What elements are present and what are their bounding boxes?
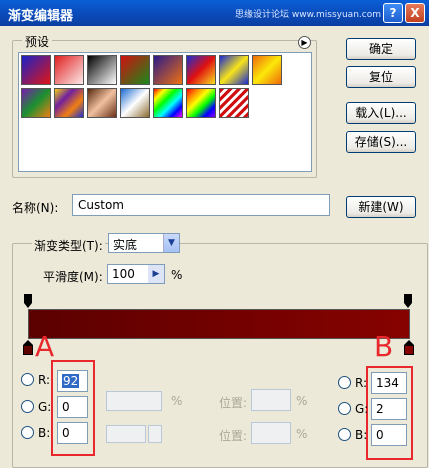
right-r-radio[interactable] [338, 376, 351, 389]
left-b-input[interactable]: 0 [57, 422, 88, 444]
color-location-label: 位置: [219, 429, 248, 443]
preset-swatch-chrome[interactable] [120, 88, 150, 118]
preset-swatch-transparent-stripes[interactable] [219, 88, 249, 118]
left-b-radio[interactable] [21, 426, 34, 439]
preset-swatch-blue-red-yellow[interactable] [186, 55, 216, 85]
window-title: 渐变编辑器 [8, 9, 74, 24]
left-g-input[interactable]: 0 [57, 396, 88, 418]
left-r-radio[interactable] [21, 373, 34, 386]
opacity-location-label: 位置: [219, 396, 248, 410]
opacity-input-disabled [106, 391, 162, 411]
chevron-down-icon[interactable]: ▼ [163, 234, 179, 252]
opacity-percent-disabled: % [171, 394, 183, 408]
color-arrow-disabled-icon [148, 425, 162, 443]
presets-label: 预设 [22, 33, 53, 50]
left-r-label: R: [38, 373, 51, 387]
color-swatch-disabled [106, 425, 146, 443]
gradient-preview-bar[interactable] [28, 309, 410, 339]
new-button[interactable]: 新建(W) [346, 196, 416, 218]
gradient-type-value: 实底 [113, 238, 138, 252]
watermark-text: 思缘设计论坛 www.missyuan.com [235, 10, 381, 20]
right-g-radio[interactable] [338, 402, 351, 415]
save-button[interactable]: 存储(S)... [346, 131, 416, 153]
right-g-label: G: [355, 402, 369, 416]
help-button[interactable]: ? [383, 3, 403, 23]
color-location-percent: % [296, 427, 308, 441]
smoothness-value: 100 [112, 267, 135, 281]
right-r-label: R: [355, 376, 368, 390]
left-b-label: B: [38, 426, 51, 440]
smoothness-label: 平滑度(M): [43, 270, 103, 284]
left-r-input[interactable]: 92 [57, 370, 88, 392]
opacity-stop-left[interactable] [24, 294, 32, 308]
right-b-label: B: [355, 428, 368, 442]
preset-swatch-violet-green-orange[interactable] [21, 88, 51, 118]
preset-swatch-fg-to-bg[interactable] [21, 55, 51, 85]
reset-button[interactable]: 复位 [346, 66, 416, 88]
smoothness-slider-arrow-icon[interactable]: ▶ [148, 265, 164, 283]
preset-swatch-blue-yellow-blue[interactable] [219, 55, 249, 85]
right-g-input[interactable]: 2 [371, 398, 407, 420]
smoothness-unit: % [171, 268, 183, 282]
load-button[interactable]: 载入(L)... [346, 102, 416, 124]
preset-swatch-copper[interactable] [87, 88, 117, 118]
left-r-value: 92 [62, 374, 80, 388]
right-b-input[interactable]: 0 [371, 424, 407, 446]
close-button[interactable]: X [405, 3, 425, 23]
title-bar: 渐变编辑器 思缘设计论坛 www.missyuan.com ? X [0, 0, 429, 26]
name-input[interactable]: Custom [72, 194, 330, 216]
presets-swatch-panel [18, 52, 312, 172]
opacity-location-input [251, 389, 291, 411]
preset-swatch-fg-to-transparent[interactable] [54, 55, 84, 85]
gradient-type-label: 渐变类型(T): [32, 237, 105, 254]
preset-swatch-black-white[interactable] [87, 55, 117, 85]
preset-swatch-orange-yellow-orange[interactable] [252, 55, 282, 85]
preset-swatch-yellow-violet-orange-blue[interactable] [54, 88, 84, 118]
annotation-marker-b: B [374, 330, 394, 363]
right-r-input[interactable]: 134 [371, 372, 407, 394]
smoothness-input[interactable]: 100 ▶ [107, 264, 165, 284]
color-stop-right[interactable] [404, 340, 414, 355]
color-stop-left[interactable] [23, 340, 33, 355]
annotation-marker-a: A [35, 330, 55, 363]
color-location-input [251, 422, 291, 444]
preset-swatch-spectrum[interactable] [153, 88, 183, 118]
gradient-type-select[interactable]: 实底 ▼ [108, 233, 180, 253]
preset-swatch-violet-orange[interactable] [153, 55, 183, 85]
opacity-stop-right[interactable] [404, 294, 412, 308]
left-g-label: G: [38, 400, 52, 414]
opacity-location-percent: % [296, 394, 308, 408]
ok-button[interactable]: 确定 [346, 38, 416, 60]
preset-swatch-red-green[interactable] [120, 55, 150, 85]
presets-menu-icon[interactable]: ▶ [298, 36, 311, 49]
preset-swatch-transparent-rainbow[interactable] [186, 88, 216, 118]
right-b-radio[interactable] [338, 428, 351, 441]
left-g-radio[interactable] [21, 400, 34, 413]
name-label: 名称(N): [12, 201, 59, 215]
